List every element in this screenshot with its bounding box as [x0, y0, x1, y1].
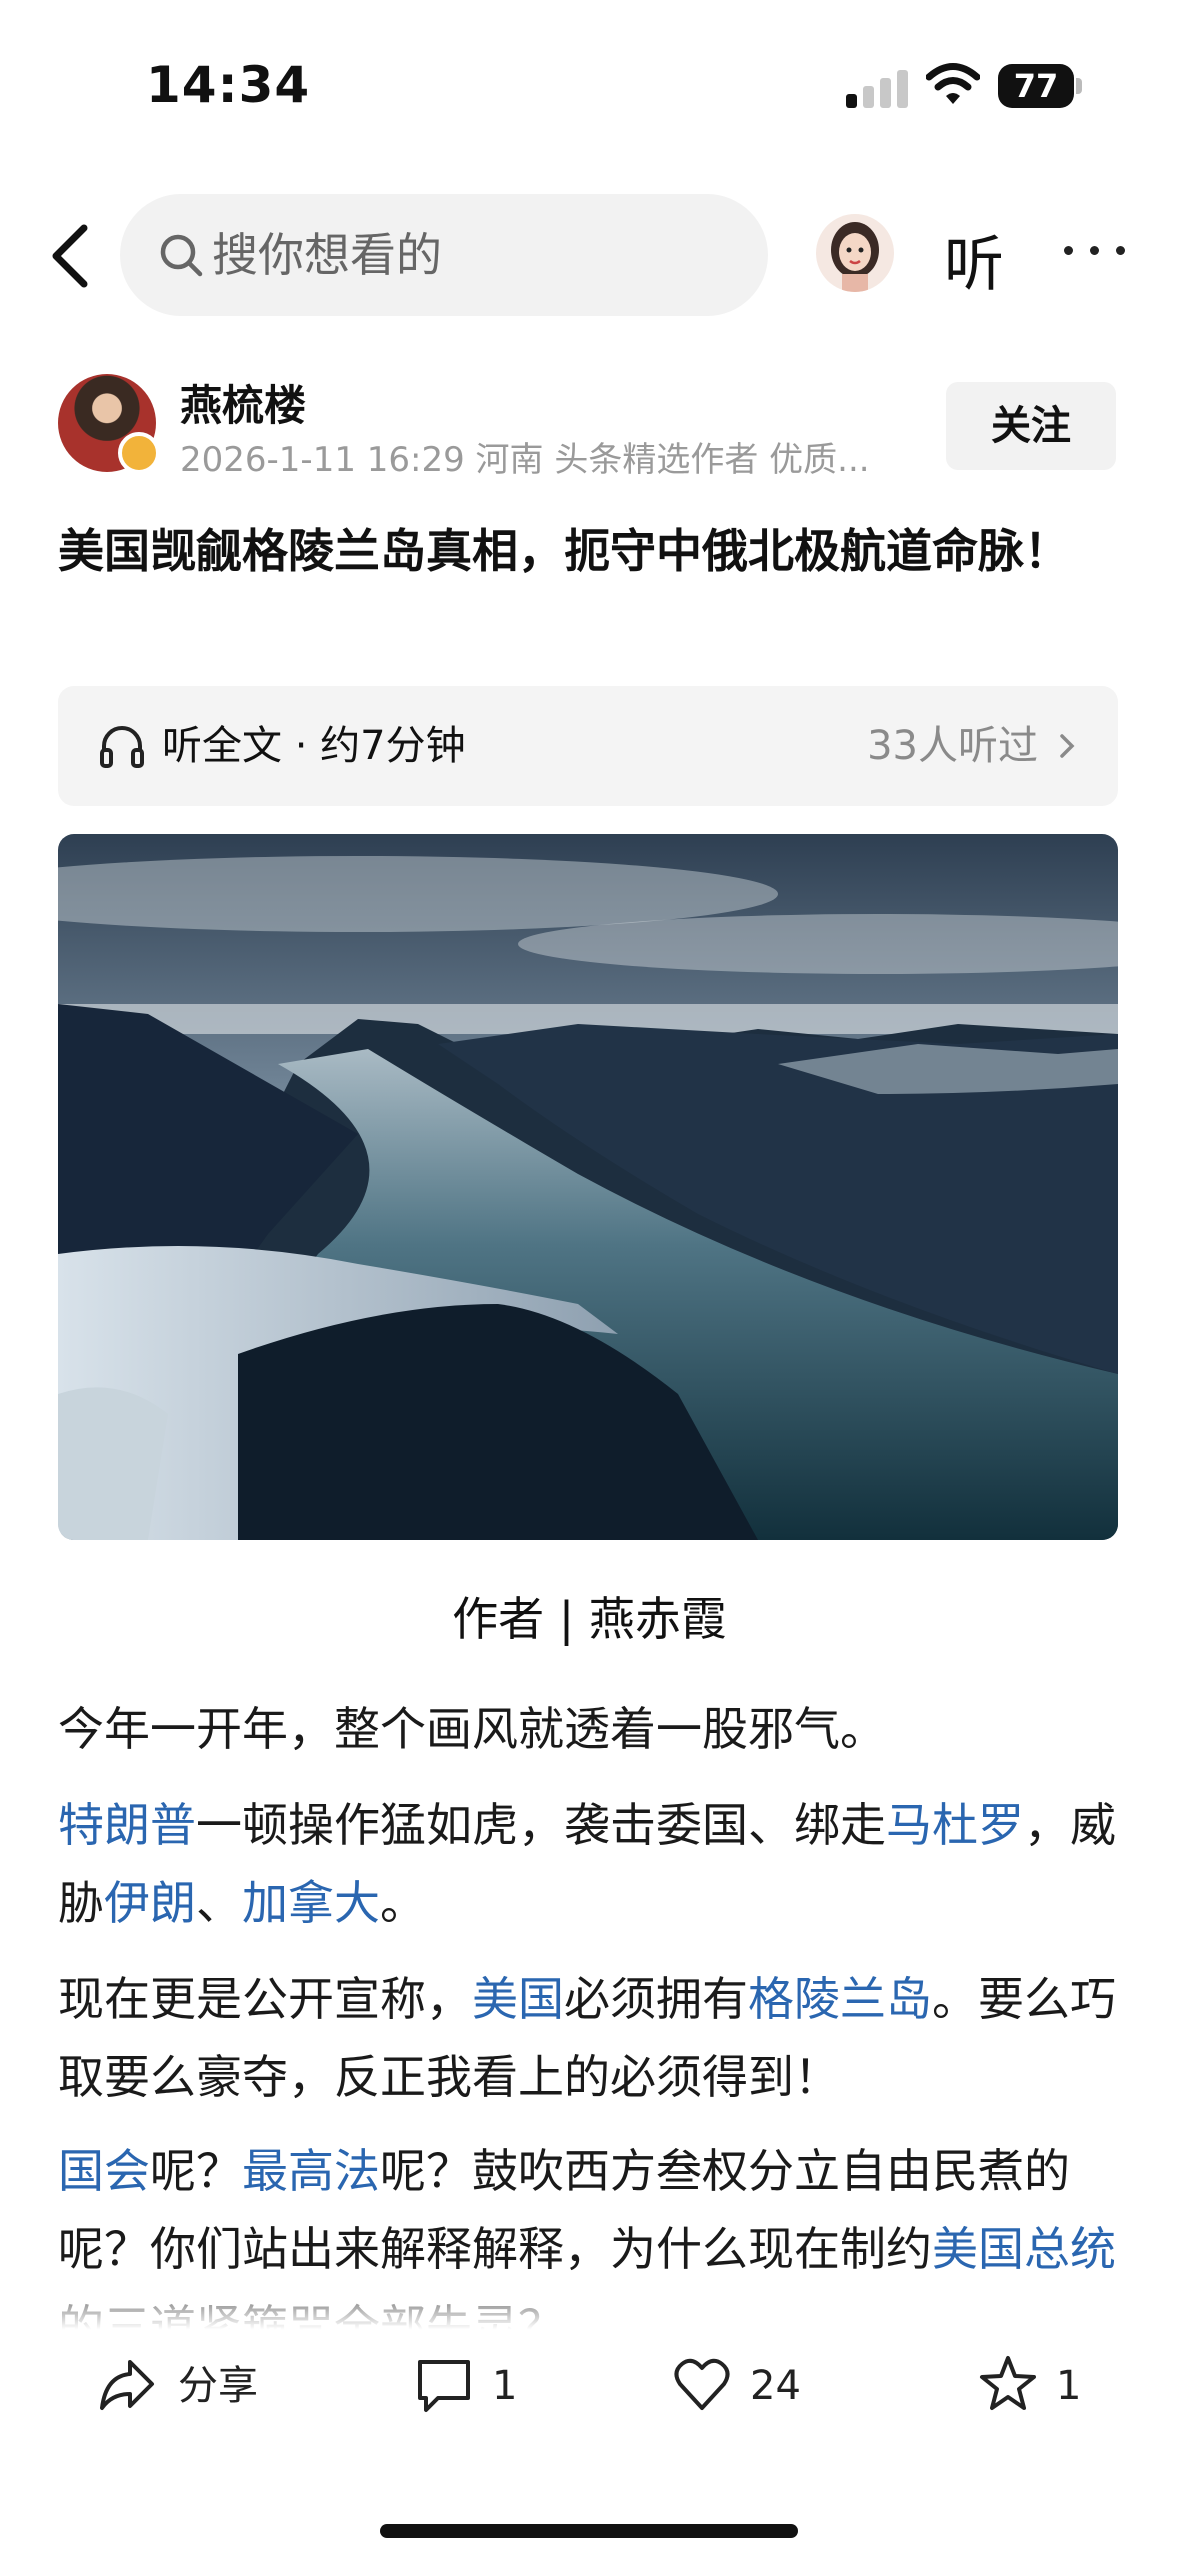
paragraph-text: 必须拥有: [564, 1972, 748, 2026]
fjord-landscape-image: [58, 834, 1118, 1540]
share-label: 分享: [178, 2363, 258, 2409]
inline-link[interactable]: 特朗普: [58, 1798, 196, 1852]
article-page: 14:34 77 搜你想看的 听 燕梳楼 2026-1-11 16:29 河南 …: [0, 0, 1179, 2556]
paragraph-text: 今年一开年，整个画风就透着一股邪气。: [58, 1702, 886, 1756]
inline-link[interactable]: 格陵兰岛: [748, 1972, 932, 2026]
more-dots-icon[interactable]: [1060, 222, 1130, 282]
paragraph-text: 、: [196, 1876, 242, 1930]
status-time: 14:34: [146, 56, 311, 114]
wifi-icon: [926, 63, 980, 104]
comment-count: 1: [492, 2363, 518, 2409]
search-icon: [160, 234, 203, 277]
paragraph-1: 今年一开年，整个画风就透着一股邪气。: [58, 1690, 1120, 1768]
battery-icon: 77: [998, 64, 1074, 108]
listen-full-bar[interactable]: 听全文 · 约7分钟 33人听过: [58, 686, 1118, 806]
bottom-action-bar: 分享 1 24 1: [0, 2330, 1179, 2440]
inline-link[interactable]: 最高法: [242, 2144, 380, 2198]
paragraph-text: 现在更是公开宣称，: [58, 1972, 472, 2026]
search-placeholder: 搜你想看的: [212, 228, 442, 282]
listen-count: 33人听过: [867, 723, 1038, 769]
listen-button[interactable]: 听: [944, 216, 1004, 303]
paragraph-text: 呢？: [150, 2144, 242, 2198]
inline-link[interactable]: 国会: [58, 2144, 150, 2198]
comment-icon: [418, 2360, 470, 2412]
author-name[interactable]: 燕梳楼: [180, 372, 306, 433]
heart-icon: [674, 2358, 730, 2410]
inline-link[interactable]: 加拿大: [242, 1876, 380, 1930]
battery-tip: [1076, 78, 1082, 94]
paragraph-2: 特朗普一顿操作猛如虎，袭击委国、绑走马杜罗，威胁伊朗、加拿大。: [58, 1786, 1120, 1942]
inline-link[interactable]: 美国: [472, 1972, 564, 2026]
chevron-right-icon: [1060, 734, 1075, 758]
article-byline: 作者 | 燕赤霞: [452, 1592, 727, 1646]
headphone-icon: [100, 726, 144, 768]
follow-button[interactable]: 关注: [946, 382, 1116, 470]
paragraph-text: 。: [380, 1876, 426, 1930]
verified-badge-icon: [118, 432, 160, 474]
favorite-button[interactable]: 1: [978, 2352, 1098, 2418]
chevron-left-icon[interactable]: [44, 220, 100, 292]
article-image[interactable]: [58, 834, 1118, 1540]
inline-link[interactable]: 伊朗: [104, 1876, 196, 1930]
listen-full-label: 听全文 · 约7分钟: [162, 723, 466, 769]
paragraph-text: 一顿操作猛如虎，袭击委国、绑走: [196, 1798, 886, 1852]
star-icon: [980, 2356, 1036, 2410]
share-icon: [100, 2360, 154, 2410]
article-title: 美国觊觎格陵兰岛真相，扼守中俄北极航道命脉！: [58, 524, 1070, 578]
like-button[interactable]: 24: [672, 2352, 822, 2418]
favorite-count: 1: [1056, 2363, 1082, 2409]
avatar-illustration: [831, 222, 879, 292]
home-indicator: [380, 2524, 798, 2538]
signal-icon: [846, 68, 908, 108]
comment-button[interactable]: 1: [414, 2352, 544, 2418]
like-count: 24: [750, 2363, 801, 2409]
share-button[interactable]: 分享: [98, 2352, 288, 2418]
user-avatar[interactable]: [816, 214, 894, 292]
paragraph-3: 现在更是公开宣称，美国必须拥有格陵兰岛。要么巧取要么豪夺，反正我看上的必须得到！: [58, 1960, 1120, 2116]
inline-link[interactable]: 美国总统: [932, 2222, 1116, 2276]
search-input[interactable]: 搜你想看的: [120, 194, 768, 316]
author-meta: 2026-1-11 16:29 河南 头条精选作者 优质...: [180, 440, 870, 480]
inline-link[interactable]: 马杜罗: [886, 1798, 1024, 1852]
